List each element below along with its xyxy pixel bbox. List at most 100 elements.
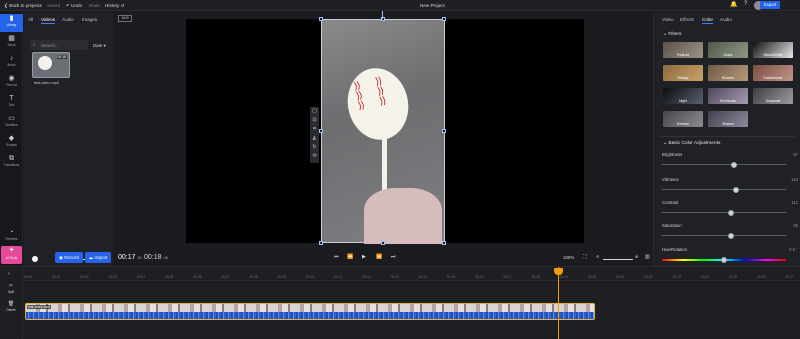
redo-button[interactable]: Redo (89, 3, 100, 8)
help-icon[interactable]: ? (744, 1, 747, 7)
filters-heading[interactable]: ⌄ Filters (663, 32, 681, 37)
rail-label: Record (6, 83, 17, 87)
rail-item-record[interactable]: ◉ Record (0, 74, 23, 92)
thumbnail-image (38, 56, 52, 70)
record-button[interactable]: ◉ Record (55, 252, 83, 263)
tab-images[interactable]: Images (82, 17, 97, 22)
flip-icon[interactable]: ◭ (313, 135, 317, 141)
filter-technicolor[interactable]: Technicolor (708, 88, 748, 104)
sort-label: Date (93, 42, 103, 48)
time-ruler[interactable]: 00:00 00:01 00:02 00:03 00:04 00:05 00:06 00:07… (24, 267, 800, 281)
resize-handle[interactable] (381, 241, 385, 245)
rail-item-shapes[interactable]: ◆ Shapes (0, 134, 23, 152)
rotate-handle[interactable] (382, 11, 383, 19)
rail-item-audio[interactable]: ♪ Audio (0, 54, 23, 72)
filter-emboss[interactable]: Emboss (663, 111, 703, 127)
grid-icon: ▦ (8, 35, 15, 42)
reset-icon[interactable]: ⟲ (312, 153, 316, 159)
filter-vintage[interactable]: Vintage (663, 65, 703, 81)
vibrance-knob[interactable] (733, 186, 740, 193)
chevron-down-icon: ⌄ (663, 32, 668, 37)
filter-kodachrome[interactable]: Kodachrome (753, 65, 793, 81)
ruler-tick: 00:23 (672, 275, 681, 279)
filter-grayscale[interactable]: Grayscale (753, 88, 793, 104)
skip-end-icon[interactable]: ⏭ (391, 254, 396, 260)
zoom-level[interactable]: 100% (563, 255, 574, 260)
resize-handle[interactable] (319, 17, 323, 21)
history-button[interactable]: History ↺ (105, 3, 124, 9)
fill-icon[interactable]: ⊡ (312, 117, 316, 123)
bell-icon[interactable]: 🔔 (730, 1, 737, 8)
vibrance-slider[interactable] (662, 189, 786, 190)
export-button[interactable]: Export (760, 1, 780, 9)
import-button[interactable]: ☁ Import (85, 252, 111, 263)
video-clip[interactable]: test-video.mp4 (25, 303, 595, 320)
rewind-icon[interactable]: ⏪ (347, 254, 353, 260)
resize-handle[interactable] (442, 129, 446, 133)
delete-button[interactable]: 🗑 Delete (3, 301, 19, 313)
hue-knob[interactable] (721, 256, 727, 263)
tab-videos[interactable]: Videos (41, 17, 55, 24)
split-button[interactable]: ✂ Split (4, 283, 18, 295)
zoom-slider[interactable] (603, 259, 633, 260)
rail-item-transitions[interactable]: ⧉ Transitions (0, 154, 23, 172)
rail-item-library[interactable]: ▮ Library (0, 14, 23, 32)
tab-color[interactable]: Color (702, 17, 713, 24)
zoom-in-icon[interactable]: ⊕ (635, 254, 638, 259)
rail-item-subtitles[interactable]: ▭ Subtitles (0, 114, 23, 132)
tab-video[interactable]: Video (662, 17, 674, 22)
adjustment-label: Vibrance (662, 177, 679, 182)
skip-start-icon[interactable]: ⏮ (334, 254, 339, 260)
undo-button[interactable]: ↶ Undo (66, 3, 82, 9)
filter-shaded[interactable]: Shaded (708, 111, 748, 127)
contrast-knob[interactable] (728, 209, 735, 216)
filter-brownie[interactable]: Brownie (708, 65, 748, 81)
crop-icon[interactable]: ⌗ (313, 126, 316, 132)
zoom-out-icon[interactable]: ⊖ (596, 254, 599, 259)
filter-grass[interactable]: Grass (708, 42, 748, 58)
expand-icon[interactable]: › (8, 271, 10, 277)
rail-item-ai-tools[interactable]: ✦ AI Tools (1, 246, 22, 264)
fast-forward-icon[interactable]: ⏩ (376, 254, 382, 260)
adjustment-label: Hue/Rotation (662, 247, 688, 252)
adjustments-heading[interactable]: ⌄ Basic Color Adjustments (663, 141, 720, 146)
tab-effects[interactable]: Effects (680, 17, 694, 22)
tab-audio[interactable]: Audio (720, 17, 732, 22)
ruler-tick: 00:15 (447, 275, 456, 279)
saturation-knob[interactable] (728, 232, 735, 239)
resize-handle[interactable] (442, 17, 446, 21)
rail-item-stock[interactable]: ▦ Stock (0, 34, 23, 52)
filter-polaroid[interactable]: Polaroid (663, 42, 703, 58)
brightness-slider[interactable] (662, 164, 786, 165)
sort-dropdown[interactable]: Date ▾ (90, 40, 112, 50)
aspect-ratio-button[interactable]: 16:9 (118, 15, 132, 22)
resize-handle[interactable] (319, 129, 323, 133)
saturation-slider[interactable] (662, 235, 786, 236)
project-title[interactable]: New Project (420, 3, 445, 8)
tab-all[interactable]: All (28, 17, 33, 22)
playhead[interactable] (554, 267, 563, 339)
filter-night[interactable]: Night (663, 88, 703, 104)
back-to-projects-button[interactable]: ❮ Back to projects (4, 3, 42, 9)
grid-toggle-icon[interactable]: ▥ (645, 254, 650, 260)
media-thumbnail[interactable]: 00:18 (32, 52, 70, 78)
tab-audio[interactable]: Audio (62, 17, 74, 22)
resize-handle[interactable] (319, 241, 323, 245)
contrast-slider[interactable] (662, 212, 786, 213)
total-time-value: 00:18 (144, 254, 162, 261)
rail-item-reviews[interactable]: ◔ Reviews (0, 228, 23, 246)
search-input[interactable]: ⌕ Search... (30, 40, 88, 50)
rotate-icon[interactable]: ↻ (312, 144, 316, 150)
volume-knob[interactable] (32, 256, 38, 262)
video-frame[interactable]: ⟩⟩ ⟩⟩ ⟩⟩ ⟩⟩ ⟩⟩ ⟩⟩ (321, 19, 445, 244)
audio-waveform (26, 312, 594, 319)
rail-item-text[interactable]: T Text (0, 94, 23, 112)
fit-icon[interactable]: ▢ (312, 108, 317, 114)
play-icon[interactable]: ▶ (362, 254, 366, 260)
rail-label: Library (6, 23, 17, 27)
brightness-knob[interactable] (730, 161, 737, 168)
subtitles-icon: ▭ (8, 115, 15, 122)
fullscreen-icon[interactable]: ⛶ (583, 254, 587, 260)
filter-black-white[interactable]: Black&White (753, 42, 793, 58)
resize-handle[interactable] (442, 241, 446, 245)
